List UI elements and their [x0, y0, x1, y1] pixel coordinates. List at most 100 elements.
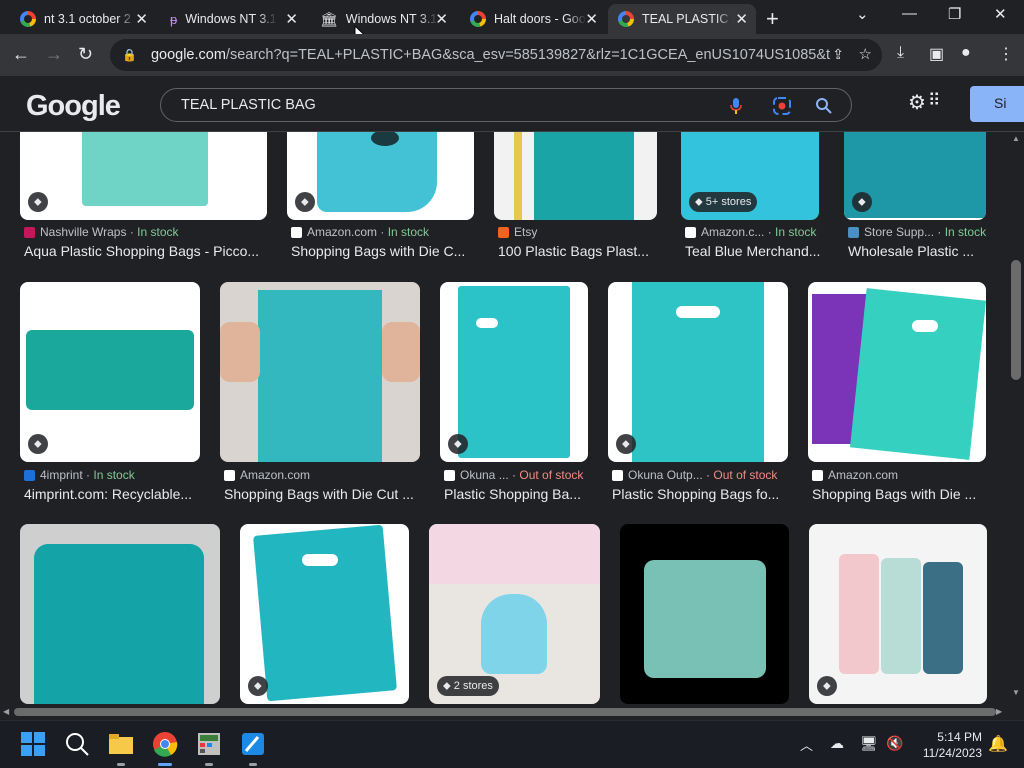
back-button[interactable]: ←	[12, 44, 30, 65]
url-text: google.com/search?q=TEAL+PLASTIC+BAG&sca…	[150, 47, 831, 63]
result-thumbnail[interactable]: ⬥ 2 stores	[429, 524, 600, 704]
file-explorer-icon[interactable]	[108, 731, 136, 759]
tab-2[interactable]: ᵽ Windows NT 3.1 ✕	[160, 4, 306, 34]
cloud-off-icon[interactable]: ☁	[830, 735, 844, 752]
nashville-wraps-favicon	[24, 226, 35, 238]
result-title[interactable]: Shopping Bags with Die ...	[812, 486, 990, 502]
tab-3[interactable]: 🏛 Windows NT 3.1 ✕	[310, 4, 456, 34]
tag-icon: ⬥	[28, 434, 48, 454]
amazon-favicon	[812, 469, 823, 481]
tag-icon: ⬥	[817, 676, 837, 696]
scroll-down-icon[interactable]: ▼	[1012, 688, 1020, 697]
new-tab-button[interactable]: +	[766, 6, 779, 32]
result-thumbnail[interactable]: ⬥	[287, 132, 474, 220]
result-thumbnail[interactable]: ⬥	[240, 524, 409, 704]
result-title[interactable]: Wholesale Plastic ...	[848, 243, 990, 259]
scroll-left-icon[interactable]: ◀	[3, 707, 9, 716]
result-thumbnail[interactable]: ⬥	[608, 282, 788, 462]
taskbar: ︿ ☁ 🖥 🔇 5:14 PM 11/24/2023 🔔	[0, 720, 1024, 768]
tag-icon: ⬥	[248, 676, 268, 696]
store-supply-favicon	[848, 226, 859, 238]
amazon-favicon	[291, 226, 302, 238]
volume-muted-icon[interactable]: 🔇	[886, 735, 903, 752]
close-icon[interactable]: ✕	[285, 10, 298, 28]
calculator-app-icon[interactable]	[196, 731, 224, 759]
result-title[interactable]: Teal Blue Merchand...	[685, 243, 823, 259]
clock-date: 11/24/2023	[922, 746, 982, 760]
network-icon[interactable]: 🖥	[860, 735, 878, 752]
tab-4[interactable]: Halt doors - Google ✕	[460, 4, 606, 34]
result-title[interactable]: Plastic Shopping Ba...	[444, 486, 592, 502]
menu-icon[interactable]: ⋮	[998, 44, 1014, 64]
okuna-favicon	[444, 469, 455, 481]
google-icon	[470, 11, 486, 27]
tab-5-active[interactable]: TEAL PLASTIC BAG ✕	[608, 4, 756, 34]
close-icon[interactable]: ✕	[735, 10, 748, 28]
result-thumbnail[interactable]: ⬥	[844, 132, 986, 220]
share-icon[interactable]: ⇪	[832, 46, 844, 63]
result-thumbnail[interactable]: ⬥	[20, 132, 267, 220]
google-logo[interactable]: Google	[26, 90, 121, 123]
system-clock[interactable]: 5:14 PM 11/24/2023	[918, 729, 982, 761]
result-title[interactable]: 100 Plastic Bags Plast...	[498, 243, 661, 259]
download-icon[interactable]: ⤓	[897, 44, 904, 62]
search-input[interactable]: TEAL PLASTIC BAG	[181, 97, 316, 113]
tab-1[interactable]: nt 3.1 october 2 ✕	[10, 4, 156, 34]
result-title[interactable]: 4imprint.com: Recyclable...	[24, 486, 204, 502]
result-thumbnail[interactable]	[620, 524, 789, 704]
stores-badge: ⬥ 5+ stores	[689, 192, 758, 212]
result-thumbnail[interactable]: ⬥	[20, 282, 200, 462]
tab-search-icon[interactable]: ⌄	[856, 5, 869, 23]
result-title[interactable]: Shopping Bags with Die C...	[291, 243, 478, 259]
microphone-icon[interactable]	[729, 97, 743, 115]
settings-gear-icon[interactable]: ⚙	[908, 90, 926, 115]
search-box[interactable]: TEAL PLASTIC BAG	[160, 88, 852, 122]
search-icon[interactable]	[815, 97, 833, 115]
close-icon[interactable]: ✕	[135, 10, 148, 28]
reload-button[interactable]: ↻	[78, 44, 93, 65]
forward-button[interactable]: →	[45, 44, 63, 65]
tab-title: nt 3.1 october 2	[44, 12, 131, 26]
address-bar[interactable]: 🔒 google.com/search?q=TEAL+PLASTIC+BAG&s…	[110, 39, 882, 71]
windows-start-icon[interactable]	[20, 731, 48, 759]
close-icon[interactable]: ✕	[435, 10, 448, 28]
notification-bell-icon[interactable]: 🔔	[988, 734, 1008, 754]
stores-badge: ⬥ 2 stores	[437, 676, 499, 696]
vertical-scrollbar[interactable]: ▲ ▼	[1008, 132, 1024, 704]
result-thumbnail[interactable]: ⬥ 5+ stores	[681, 132, 819, 220]
minimize-button[interactable]: —	[902, 5, 917, 22]
result-title[interactable]: Plastic Shopping Bags fo...	[612, 486, 792, 502]
horizontal-scrollbar[interactable]: ◀ ▶	[0, 704, 1008, 720]
result-thumbnail[interactable]	[20, 524, 220, 704]
tag-icon: ⬥	[695, 195, 703, 208]
result-thumbnail[interactable]: ⬥	[440, 282, 588, 462]
horizontal-scroll-thumb[interactable]	[14, 708, 996, 716]
result-thumbnail[interactable]	[494, 132, 657, 220]
close-icon[interactable]: ✕	[585, 10, 598, 28]
side-panel-icon[interactable]: ▣	[929, 44, 944, 64]
result-title[interactable]: Shopping Bags with Die Cut ...	[224, 486, 424, 502]
chrome-icon[interactable]	[152, 731, 180, 759]
result-thumbnail[interactable]	[808, 282, 986, 462]
lens-icon[interactable]	[773, 97, 791, 115]
scroll-up-icon[interactable]: ▲	[1012, 134, 1020, 143]
search-icon[interactable]	[64, 731, 92, 759]
paint-app-icon[interactable]	[240, 731, 268, 759]
browser-toolbar: ← → ↻ 🔒 google.com/search?q=TEAL+PLASTIC…	[0, 34, 1024, 76]
close-window-button[interactable]: ✕	[994, 5, 1007, 23]
sign-in-button[interactable]: Si	[970, 86, 1024, 122]
etsy-favicon	[498, 226, 509, 238]
result-thumbnail[interactable]	[220, 282, 420, 462]
amazon-favicon	[224, 469, 235, 481]
chevron-up-icon[interactable]: ︿	[800, 735, 813, 754]
scroll-right-icon[interactable]: ▶	[996, 707, 1002, 716]
result-title[interactable]: Aqua Plastic Shopping Bags - Picco...	[24, 243, 271, 259]
tab-title: Halt doors - Google	[494, 12, 586, 26]
vertical-scroll-thumb[interactable]	[1011, 260, 1021, 380]
profile-icon[interactable]: ●	[961, 44, 971, 62]
apps-grid-icon[interactable]: ⠿	[928, 91, 941, 111]
google-icon	[20, 11, 36, 27]
bookmark-star-icon[interactable]: ☆	[859, 45, 872, 63]
result-thumbnail[interactable]: ⬥	[809, 524, 987, 704]
restore-button[interactable]: ❐	[948, 5, 961, 23]
